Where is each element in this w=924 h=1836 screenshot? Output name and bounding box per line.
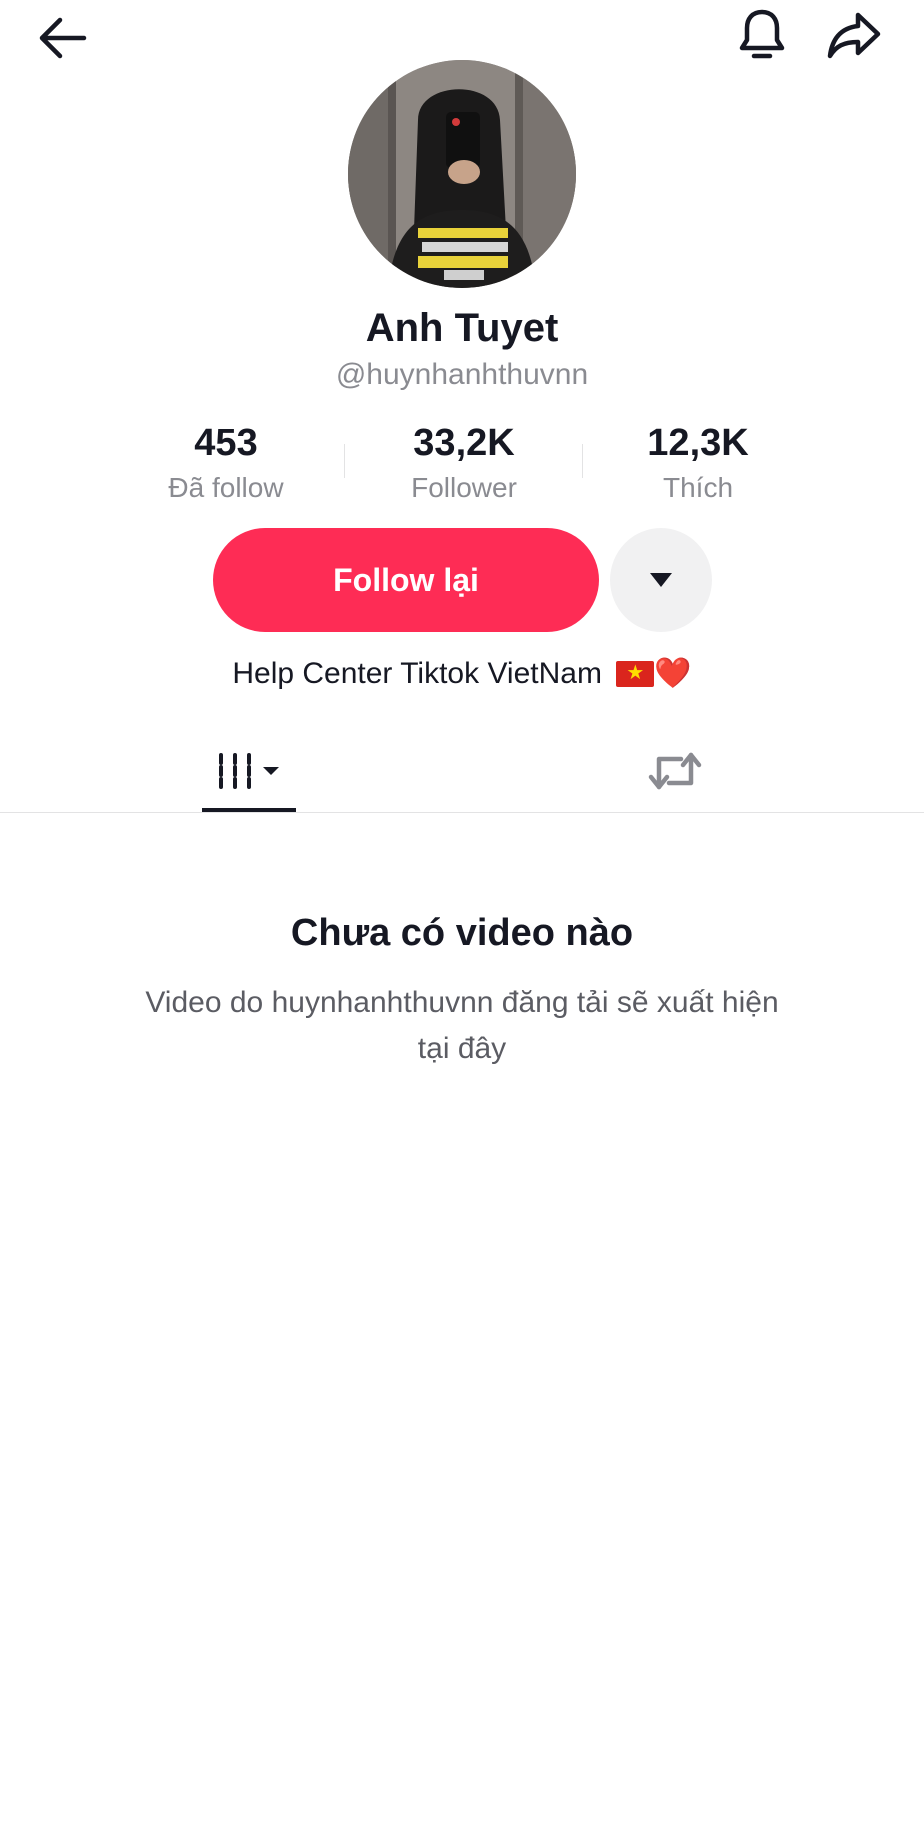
tab-videos[interactable] xyxy=(202,728,296,814)
heart-emoji: ❤️ xyxy=(654,657,692,690)
back-button[interactable] xyxy=(30,10,94,66)
follow-back-button[interactable]: Follow lại xyxy=(213,528,599,632)
repost-icon xyxy=(648,752,702,790)
avatar-photo xyxy=(348,60,576,288)
content-tabs xyxy=(0,728,924,814)
share-button[interactable] xyxy=(822,4,886,66)
username: @huynhanhthuvnn xyxy=(335,358,589,391)
followers-label: Follower xyxy=(411,472,517,503)
videos-grid-icon xyxy=(219,753,279,789)
likes-label: Thích xyxy=(662,472,734,503)
likes-count: 12,3K xyxy=(647,422,749,464)
more-options-button[interactable] xyxy=(610,528,712,632)
following-label: Đã follow xyxy=(168,472,284,503)
notification-button[interactable] xyxy=(730,4,794,66)
stat-followers[interactable]: 33,2K Follower xyxy=(344,418,584,506)
tab-reposts[interactable] xyxy=(628,728,722,814)
tabs-divider xyxy=(0,812,924,813)
profile-stats: 453 Đã follow 33,2K Follower 12,3K Thích xyxy=(0,418,924,508)
avatar[interactable] xyxy=(348,60,576,288)
empty-state-title: Chưa có video nào xyxy=(290,912,634,954)
stat-following[interactable]: 453 Đã follow xyxy=(106,418,346,506)
bio-text: Help Center Tiktok VietNam xyxy=(232,657,602,690)
arrow-left-icon xyxy=(39,17,87,59)
share-arrow-icon xyxy=(827,12,881,59)
empty-state-description: Video do huynhanhthuvnn đăng tải sẽ xuất… xyxy=(145,986,779,1065)
bio: Help Center Tiktok VietNam ❤️ xyxy=(0,656,924,691)
following-count: 453 xyxy=(194,422,258,464)
stat-likes[interactable]: 12,3K Thích xyxy=(578,418,818,506)
vietnam-flag-icon xyxy=(616,658,655,688)
caret-down-icon xyxy=(650,573,672,587)
profile-page: Anh Tuyet @huynhanhthuvnn 453 Đã follow … xyxy=(0,0,924,1836)
followers-count: 33,2K xyxy=(413,422,515,464)
display-name: Anh Tuyet xyxy=(365,306,559,350)
bell-icon xyxy=(739,9,785,59)
